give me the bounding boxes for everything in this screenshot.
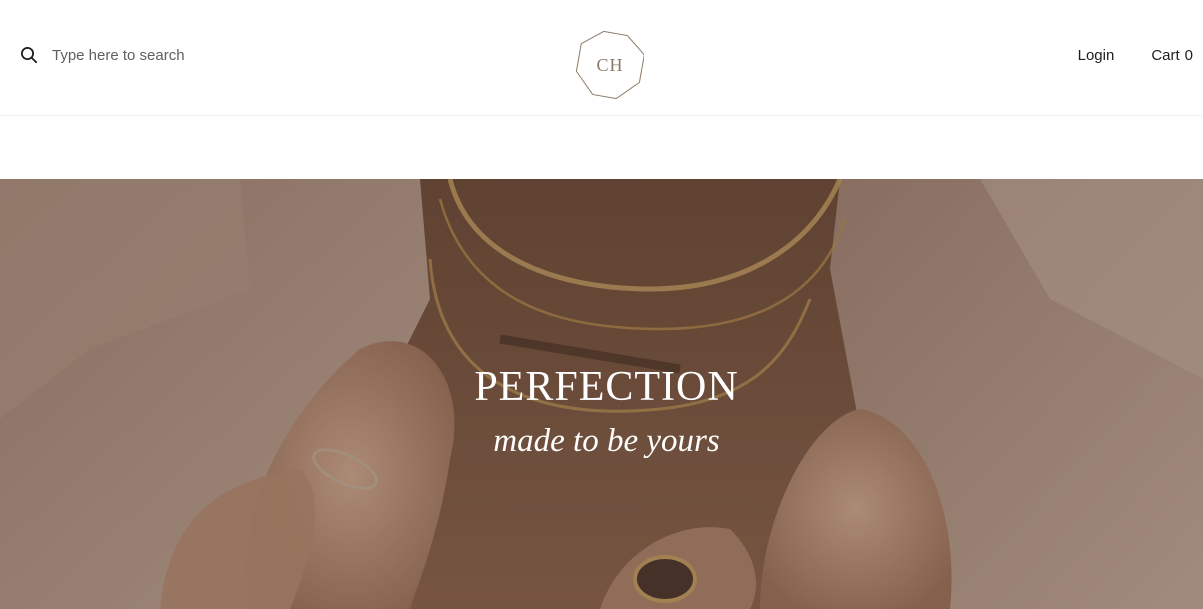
hero-banner: PERFECTION made to be yours xyxy=(0,179,1203,609)
hero-title: PERFECTION xyxy=(474,364,739,410)
login-link[interactable]: Login xyxy=(1078,47,1115,64)
hero-text: PERFECTION made to be yours xyxy=(0,363,1203,463)
cart-label: Cart xyxy=(1151,46,1180,64)
search-input[interactable] xyxy=(52,44,252,66)
search-icon[interactable] xyxy=(20,46,38,64)
logo-text: CH xyxy=(596,54,624,75)
site-header: CH Login Cart0 xyxy=(0,0,1203,116)
search-bar[interactable] xyxy=(20,44,252,66)
site-logo[interactable]: CH xyxy=(576,31,644,99)
cart-count: 0 xyxy=(1184,46,1193,64)
cart-link[interactable]: Cart 0 xyxy=(1151,47,1193,64)
header-nav: Login Cart 0 xyxy=(1078,44,1193,66)
hero-subtitle: made to be yours xyxy=(493,423,720,459)
